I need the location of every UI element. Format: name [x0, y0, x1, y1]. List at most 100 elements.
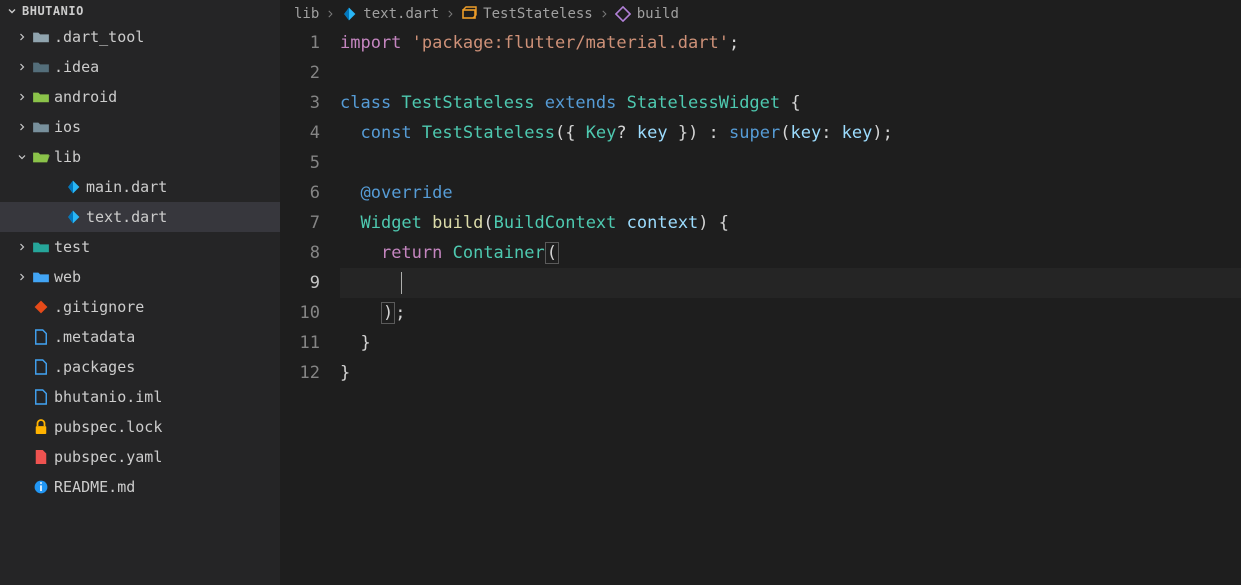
tree-item-label: bhutanio.iml [54, 388, 162, 406]
line-number: 2 [280, 58, 320, 88]
lock-icon [30, 419, 52, 435]
file-item[interactable]: main.dart [0, 172, 280, 202]
breadcrumb-item[interactable]: text.dart [341, 6, 439, 22]
project-title: BHUTANIO [22, 4, 84, 18]
breadcrumb-item[interactable]: lib [294, 6, 319, 22]
file-blue-icon [30, 329, 52, 345]
tree-item-label: pubspec.lock [54, 418, 162, 436]
folder-item[interactable]: ios [0, 112, 280, 142]
class-icon [461, 6, 477, 22]
tree-item-label: text.dart [86, 208, 167, 226]
tree-item-label: lib [54, 148, 81, 166]
dart-icon [62, 179, 84, 195]
tree-item-label: pubspec.yaml [54, 448, 162, 466]
file-blue-icon [30, 389, 52, 405]
chevron-right-icon [445, 9, 455, 19]
folder-test-icon [30, 240, 52, 254]
tree-item-label: .dart_tool [54, 28, 144, 46]
tree-item-label: web [54, 268, 81, 286]
line-number: 7 [280, 208, 320, 238]
chevron-right-icon [14, 271, 30, 283]
code-line[interactable]: ); [340, 298, 1241, 328]
code-line[interactable] [340, 268, 1241, 298]
file-item[interactable]: .gitignore [0, 292, 280, 322]
file-item[interactable]: .packages [0, 352, 280, 382]
file-item[interactable]: pubspec.yaml [0, 442, 280, 472]
file-item[interactable]: bhutanio.iml [0, 382, 280, 412]
file-item[interactable]: pubspec.lock [0, 412, 280, 442]
code-area[interactable]: import 'package:flutter/material.dart'; c… [340, 28, 1241, 585]
line-number: 10 [280, 298, 320, 328]
breadcrumb-label: TestStateless [483, 6, 593, 22]
chevron-right-icon [14, 241, 30, 253]
chevron-right-icon [599, 9, 609, 19]
yaml-icon [30, 449, 52, 465]
code-line[interactable]: } [340, 358, 1241, 388]
folder-ios-icon [30, 120, 52, 134]
code-line[interactable] [340, 58, 1241, 88]
line-gutter: 123456789101112 [280, 28, 340, 585]
sidebar: BHUTANIO .dart_tool .idea android ios libmai… [0, 0, 280, 585]
line-number: 12 [280, 358, 320, 388]
text-cursor [401, 272, 402, 294]
code-line[interactable]: const TestStateless({ Key? key }) : supe… [340, 118, 1241, 148]
chevron-right-icon [325, 9, 335, 19]
file-item[interactable]: text.dart [0, 202, 280, 232]
folder-item[interactable]: .dart_tool [0, 22, 280, 52]
line-number: 11 [280, 328, 320, 358]
dart-icon [341, 6, 357, 22]
folder-item[interactable]: android [0, 82, 280, 112]
chevron-right-icon [14, 31, 30, 43]
tree-item-label: .gitignore [54, 298, 144, 316]
folder-item[interactable]: lib [0, 142, 280, 172]
editor-body[interactable]: 123456789101112 import 'package:flutter/… [280, 28, 1241, 585]
line-number: 4 [280, 118, 320, 148]
breadcrumb-item[interactable]: build [615, 6, 679, 22]
code-line[interactable]: } [340, 328, 1241, 358]
chevron-right-icon [14, 121, 30, 133]
chevron-down-icon [6, 5, 18, 17]
breadcrumb[interactable]: lib text.dart TestStateless build [280, 0, 1241, 28]
code-line[interactable]: import 'package:flutter/material.dart'; [340, 28, 1241, 58]
code-line[interactable]: Widget build(BuildContext context) { [340, 208, 1241, 238]
info-icon [30, 479, 52, 495]
file-tree: .dart_tool .idea android ios lib main.dart tex… [0, 22, 280, 585]
tree-item-label: .packages [54, 358, 135, 376]
breadcrumb-label: text.dart [363, 6, 439, 22]
breadcrumb-item[interactable]: TestStateless [461, 6, 593, 22]
tree-item-label: README.md [54, 478, 135, 496]
dart-icon [62, 209, 84, 225]
breadcrumb-label: lib [294, 6, 319, 22]
code-line[interactable] [340, 148, 1241, 178]
tree-item-label: main.dart [86, 178, 167, 196]
file-blue-icon [30, 359, 52, 375]
tree-item-label: .metadata [54, 328, 135, 346]
method-icon [615, 6, 631, 22]
code-line[interactable]: @override [340, 178, 1241, 208]
line-number: 5 [280, 148, 320, 178]
folder-android-icon [30, 90, 52, 104]
folder-item[interactable]: .idea [0, 52, 280, 82]
file-item[interactable]: README.md [0, 472, 280, 502]
folder-gray-icon [30, 30, 52, 44]
chevron-right-icon [14, 61, 30, 73]
breadcrumb-label: build [637, 6, 679, 22]
tree-item-label: test [54, 238, 90, 256]
line-number: 1 [280, 28, 320, 58]
line-number: 3 [280, 88, 320, 118]
code-line[interactable]: class TestStateless extends StatelessWid… [340, 88, 1241, 118]
folder-item[interactable]: test [0, 232, 280, 262]
file-item[interactable]: .metadata [0, 322, 280, 352]
code-line[interactable]: return Container( [340, 238, 1241, 268]
folder-item[interactable]: web [0, 262, 280, 292]
folder-web-icon [30, 270, 52, 284]
line-number: 9 [280, 268, 320, 298]
git-icon [30, 299, 52, 315]
chevron-down-icon [14, 151, 30, 163]
tree-item-label: android [54, 88, 117, 106]
line-number: 8 [280, 238, 320, 268]
folder-dark-icon [30, 60, 52, 74]
tree-item-label: .idea [54, 58, 99, 76]
chevron-right-icon [14, 91, 30, 103]
sidebar-header[interactable]: BHUTANIO [0, 0, 280, 22]
